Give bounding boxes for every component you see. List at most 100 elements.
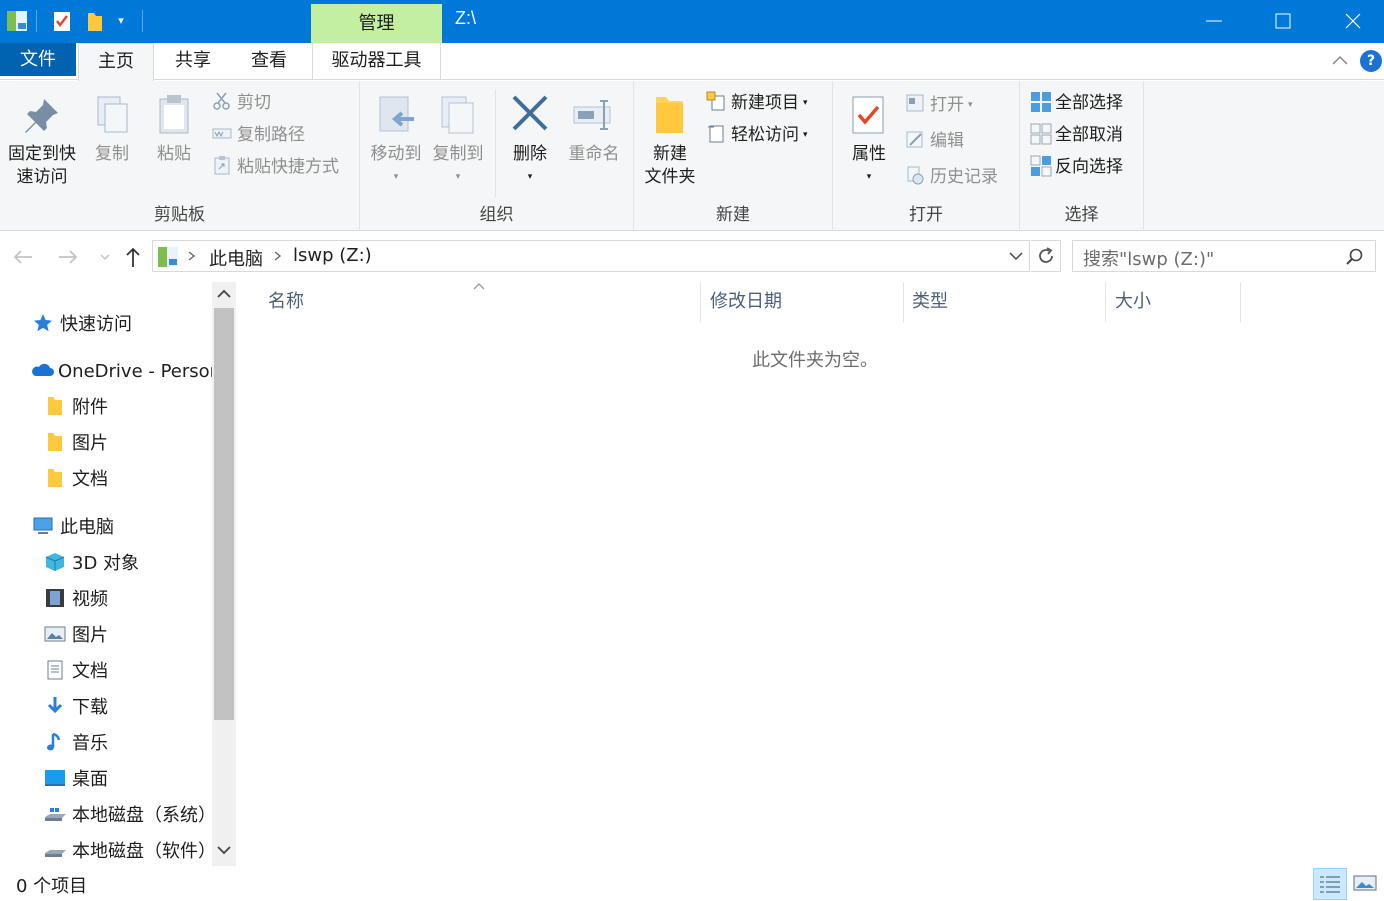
select-all-label: 全部选择 <box>1055 93 1123 113</box>
paste-shortcut-icon <box>212 155 232 175</box>
tree-label: 音乐 <box>72 733 108 754</box>
tree-label: 本地磁盘（软件） <box>72 841 216 862</box>
column-header-date-modified[interactable]: 修改日期 <box>710 290 782 322</box>
folder-icon <box>44 431 66 453</box>
back-arrow-icon[interactable] <box>10 244 36 270</box>
tree-item-documents[interactable]: 文档 <box>44 656 108 688</box>
search-input[interactable]: 搜索"lswp (Z:)" <box>1072 240 1376 272</box>
move-to-button[interactable]: 移动到 ▾ <box>366 87 426 190</box>
customize-toolbar-dropdown-icon[interactable]: ▾ <box>114 9 128 33</box>
chevron-down-icon: ▾ <box>455 172 461 182</box>
delete-button[interactable]: 删除 ▾ <box>504 87 556 190</box>
pin-to-quick-access-button[interactable]: 固定到快 速访问 <box>2 87 82 189</box>
minimize-button[interactable] <box>1178 0 1248 43</box>
divider <box>495 89 496 197</box>
properties-button[interactable]: 属性 ▾ <box>841 87 897 190</box>
tree-item-local-disk-software[interactable]: 本地磁盘（软件） <box>44 836 216 866</box>
copy-button[interactable]: 复制 <box>86 87 138 166</box>
history-button[interactable]: 历史记录 <box>905 163 998 191</box>
desktop-icon <box>44 767 66 789</box>
divider <box>700 282 701 322</box>
select-group: 全部选择 全部取消 反向选择 选择 <box>1020 81 1144 231</box>
cut-button[interactable]: 剪切 <box>212 89 271 117</box>
copy-to-icon <box>436 93 480 137</box>
tree-label: 桌面 <box>72 769 108 790</box>
file-list[interactable]: 名称 修改日期 类型 大小 此文件夹为空。 <box>236 282 1384 866</box>
easy-access-icon <box>706 123 726 143</box>
tree-label: 文档 <box>72 469 108 490</box>
paste-button[interactable]: 粘贴 <box>148 87 200 166</box>
tab-manage[interactable]: 管理 <box>311 4 442 43</box>
address-bar[interactable]: 此电脑 lswp (Z:) <box>152 240 1030 272</box>
scrollbar-thumb[interactable] <box>214 308 234 720</box>
tree-label: 视频 <box>72 589 108 610</box>
edit-label: 编辑 <box>930 131 964 151</box>
column-header-type[interactable]: 类型 <box>912 290 948 322</box>
tree-item-quick-access[interactable]: 快速访问 <box>32 309 132 341</box>
new-group: 新建 文件夹 新建项目 ▾ 轻松访问 ▾ 新建 <box>634 81 833 231</box>
select-group-label: 选择 <box>1064 205 1099 225</box>
tree-item-videos[interactable]: 视频 <box>44 584 108 616</box>
drive-app-icon[interactable] <box>6 9 28 33</box>
tab-file[interactable]: 文件 <box>0 43 76 76</box>
new-folder-button[interactable]: 新建 文件夹 <box>638 87 702 189</box>
open-button[interactable]: 打开 ▾ <box>905 91 973 119</box>
forward-arrow-icon[interactable] <box>55 244 81 270</box>
maximize-button[interactable] <box>1248 0 1318 43</box>
address-history-chevron-down-icon[interactable] <box>1007 247 1025 265</box>
help-icon[interactable]: ? <box>1360 50 1382 72</box>
edit-button[interactable]: 编辑 <box>905 127 964 155</box>
breadcrumb-drive[interactable]: lswp (Z:) <box>293 245 372 266</box>
chevron-down-icon: ▾ <box>527 172 533 182</box>
tree-item-onedrive[interactable]: OneDrive - Person <box>30 356 221 388</box>
column-header-size[interactable]: 大小 <box>1115 290 1151 322</box>
new-folder-icon[interactable] <box>86 9 104 33</box>
invert-selection-button[interactable]: 反向选择 <box>1030 153 1123 181</box>
picture-icon <box>44 623 66 645</box>
tree-item-pictures[interactable]: 图片 <box>44 620 108 652</box>
paste-shortcut-button[interactable]: 粘贴快捷方式 <box>212 153 339 181</box>
close-button[interactable] <box>1318 0 1384 43</box>
tab-home[interactable]: 主页 <box>78 43 154 81</box>
copy-path-button[interactable]: 复制路径 <box>212 121 305 149</box>
tab-drive-tools[interactable]: 驱动器工具 <box>312 43 441 80</box>
navigation-pane-scrollbar[interactable] <box>212 282 236 866</box>
chevron-down-icon: ▾ <box>968 100 973 110</box>
tree-item-music[interactable]: 音乐 <box>44 728 108 760</box>
scroll-up-chevron-icon[interactable] <box>216 288 232 304</box>
properties-icon[interactable] <box>53 9 71 33</box>
collapse-ribbon-icon[interactable] <box>1330 51 1350 71</box>
chevron-down-icon: ▾ <box>803 98 808 108</box>
easy-access-button[interactable]: 轻松访问 ▾ <box>706 121 808 149</box>
select-all-button[interactable]: 全部选择 <box>1030 89 1123 117</box>
copy-to-button[interactable]: 复制到 ▾ <box>428 87 488 190</box>
document-icon <box>44 659 66 681</box>
column-header-name[interactable]: 名称 <box>268 290 304 322</box>
paste-shortcut-label: 粘贴快捷方式 <box>237 157 339 177</box>
tree-label: 下载 <box>72 697 108 718</box>
tree-item-local-disk-system[interactable]: 本地磁盘（系统） <box>44 800 216 832</box>
tree-item-3d-objects[interactable]: 3D 对象 <box>44 548 139 580</box>
breadcrumb-this-pc[interactable]: 此电脑 <box>209 245 263 271</box>
up-arrow-icon[interactable] <box>120 244 146 270</box>
tree-item-downloads[interactable]: 下载 <box>44 692 108 724</box>
tree-item-attachments[interactable]: 附件 <box>44 392 108 424</box>
large-icons-view-icon[interactable] <box>1350 868 1380 900</box>
new-item-button[interactable]: 新建项目 ▾ <box>706 89 808 117</box>
history-label: 历史记录 <box>930 167 998 187</box>
edit-icon <box>905 129 925 149</box>
tab-share[interactable]: 共享 <box>158 43 228 80</box>
delete-x-icon <box>508 93 552 137</box>
select-none-button[interactable]: 全部取消 <box>1030 121 1123 149</box>
tree-item-this-pc[interactable]: 此电脑 <box>32 512 114 544</box>
tree-item-od-documents[interactable]: 文档 <box>44 464 108 496</box>
rename-button[interactable]: 重命名 <box>562 87 626 166</box>
tree-item-od-pictures[interactable]: 图片 <box>44 428 108 460</box>
tab-view[interactable]: 查看 <box>234 43 304 80</box>
navigation-bar: 此电脑 lswp (Z:) 搜索"lswp (Z:)" <box>0 232 1384 282</box>
refresh-icon[interactable] <box>1031 240 1061 272</box>
scroll-down-chevron-icon[interactable] <box>216 844 232 860</box>
recent-locations-chevron-down-icon[interactable] <box>92 244 118 270</box>
details-view-icon[interactable] <box>1313 868 1347 900</box>
tree-item-desktop[interactable]: 桌面 <box>44 764 108 796</box>
